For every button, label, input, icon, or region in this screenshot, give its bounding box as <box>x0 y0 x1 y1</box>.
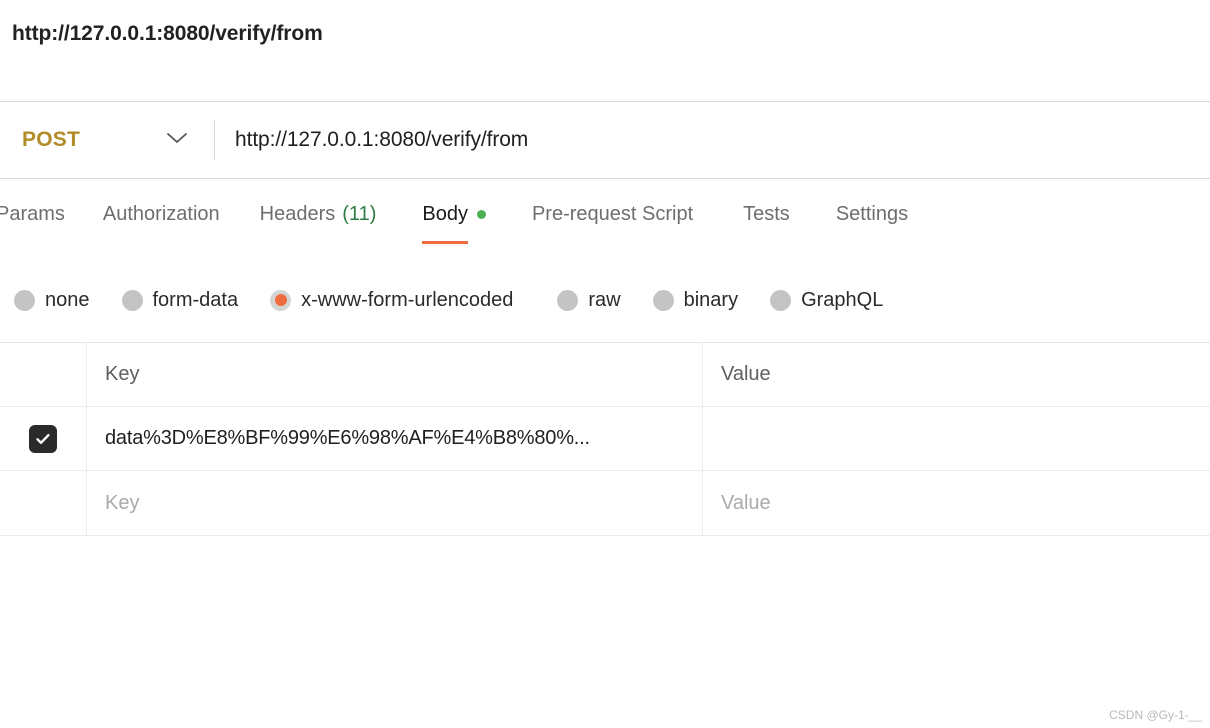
body-type-radio-group: none form-data x-www-form-urlencoded raw… <box>0 278 1210 322</box>
body-modified-dot-icon <box>476 209 486 219</box>
row-key-text: data%3D%E8%BF%99%E6%98%AF%E4%B8%80%... <box>105 427 590 449</box>
tab-tests[interactable]: Tests <box>743 189 790 244</box>
tab-pre-request-script[interactable]: Pre-request Script <box>532 189 693 244</box>
row-key-cell[interactable]: data%3D%E8%BF%99%E6%98%AF%E4%B8%80%... <box>87 407 703 470</box>
radio-icon[interactable] <box>14 289 35 311</box>
active-tab-underline <box>422 240 468 244</box>
radio-label: none <box>45 288 90 311</box>
radio-icon[interactable] <box>121 289 143 311</box>
tab-label: Headers <box>259 202 336 225</box>
tab-label: Tests <box>743 202 790 225</box>
watermark: CSDN @Gy-1-__ <box>1109 708 1202 722</box>
new-row-check-cell <box>0 471 87 535</box>
column-header-value: Value <box>721 363 771 385</box>
table-new-row[interactable]: Key Value <box>0 471 1210 535</box>
new-row-key-cell[interactable]: Key <box>87 471 703 535</box>
column-header-key: Key <box>105 363 140 385</box>
new-row-key-placeholder: Key <box>105 491 140 514</box>
key-value-table: Key Value data%3D%E8%BF%99%E6%98%AF%E4%B… <box>0 342 1210 536</box>
http-method-label: POST <box>22 128 80 151</box>
tab-body[interactable]: Body <box>422 189 486 244</box>
request-url-bar: POST http://127.0.0.1:8080/verify/from <box>0 101 1210 179</box>
row-checkbox[interactable] <box>29 424 57 453</box>
row-value-cell[interactable] <box>703 407 1210 470</box>
body-type-none[interactable]: none <box>14 289 90 312</box>
radio-icon-selected[interactable] <box>270 289 292 311</box>
tab-authorization[interactable]: Authorization <box>103 189 220 244</box>
radio-icon[interactable] <box>557 289 579 311</box>
header-key-cell: Key <box>87 343 703 406</box>
headers-count-badge: (11) <box>342 202 377 225</box>
tab-params[interactable]: Params <box>0 189 65 244</box>
header-check-cell <box>0 343 87 406</box>
radio-label: binary <box>683 288 739 311</box>
body-type-binary[interactable]: binary <box>652 288 739 312</box>
body-type-graphql[interactable]: GraphQL <box>770 289 883 312</box>
radio-label: form-data <box>152 288 239 311</box>
chevron-down-icon <box>164 130 190 151</box>
url-input[interactable]: http://127.0.0.1:8080/verify/from <box>215 128 528 152</box>
http-method-select[interactable]: POST <box>0 128 214 152</box>
table-header-row: Key Value <box>0 343 1210 407</box>
tab-label: Authorization <box>102 202 220 225</box>
tab-label: Body <box>422 202 468 225</box>
radio-icon[interactable] <box>652 289 674 311</box>
request-tabs: Params Authorization Headers (11) Body P… <box>0 180 1210 252</box>
page-title: http://127.0.0.1:8080/verify/from <box>12 22 323 45</box>
body-type-x-www-form-urlencoded[interactable]: x-www-form-urlencoded <box>270 289 513 312</box>
body-type-raw[interactable]: raw <box>557 288 621 312</box>
tab-label: Params <box>0 202 65 225</box>
header-value-cell: Value <box>703 343 1210 406</box>
tab-settings[interactable]: Settings <box>836 189 908 244</box>
radio-label: GraphQL <box>801 288 884 311</box>
tab-headers[interactable]: Headers (11) <box>260 189 377 244</box>
body-type-form-data[interactable]: form-data <box>121 288 239 312</box>
tab-label: Settings <box>835 202 909 225</box>
new-row-value-cell[interactable]: Value <box>703 471 1210 535</box>
radio-label: x-www-form-urlencoded <box>301 288 514 311</box>
radio-label: raw <box>588 288 621 311</box>
radio-icon[interactable] <box>770 289 792 311</box>
row-check-cell <box>0 407 87 470</box>
table-row[interactable]: data%3D%E8%BF%99%E6%98%AF%E4%B8%80%... <box>0 407 1210 471</box>
tab-label: Pre-request Script <box>531 202 694 225</box>
new-row-value-placeholder: Value <box>721 491 771 514</box>
